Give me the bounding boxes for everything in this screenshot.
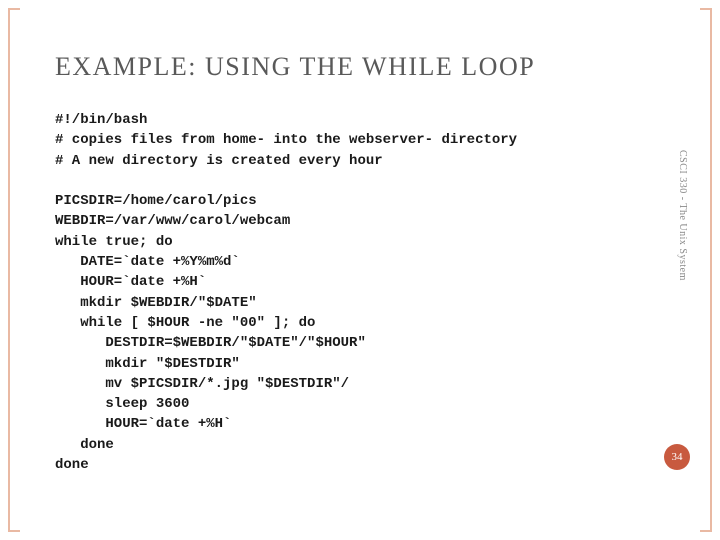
decorative-frame-left <box>8 8 20 532</box>
decorative-frame-right <box>700 8 712 532</box>
slide-title: EXAMPLE: USING THE WHILE LOOP <box>55 52 650 82</box>
course-label: CSCI 330 - The Unix System <box>677 150 688 281</box>
code-block: #!/bin/bash # copies files from home- in… <box>55 110 650 475</box>
page-number: 34 <box>672 451 683 463</box>
page-number-badge: 34 <box>664 444 690 470</box>
slide-content: EXAMPLE: USING THE WHILE LOOP #!/bin/bas… <box>55 52 650 475</box>
